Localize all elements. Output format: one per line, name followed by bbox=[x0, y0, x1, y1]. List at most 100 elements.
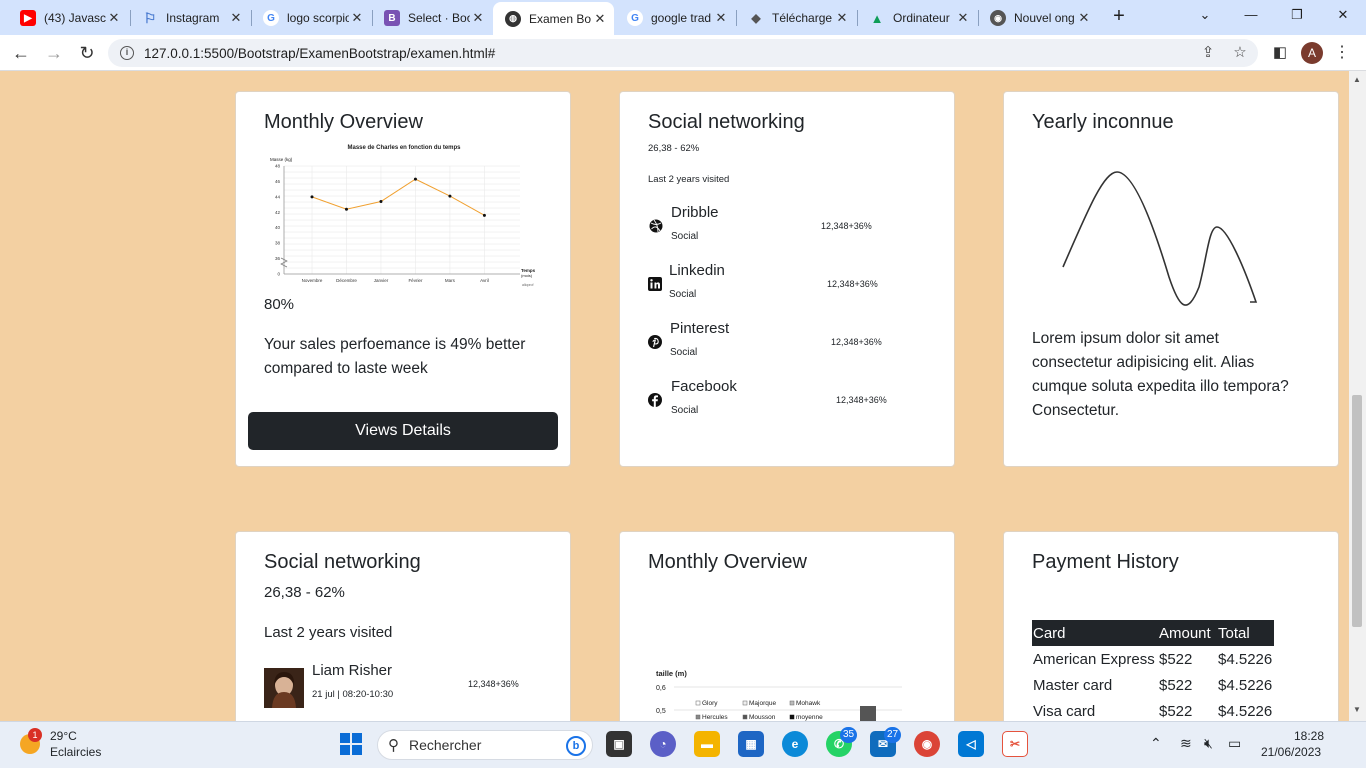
views-details-button[interactable]: Views Details bbox=[248, 412, 558, 450]
close-icon[interactable]: ✕ bbox=[713, 10, 729, 26]
card-payment-history: Payment History Card Amount Total Americ… bbox=[1003, 531, 1339, 731]
card-title: Monthly Overview bbox=[648, 551, 807, 573]
cell-amount: $522 bbox=[1159, 676, 1193, 694]
card-monthly-overview-2: Monthly Overview taille (m) 0,6 0,5 Glor… bbox=[619, 531, 955, 731]
legend-swatch bbox=[789, 714, 795, 720]
legend-hercules: Hercules bbox=[702, 714, 728, 721]
x-tick-label: Avril bbox=[480, 278, 489, 283]
y-tick-label: 42 bbox=[275, 210, 281, 215]
battery-icon[interactable]: ▭ bbox=[1228, 735, 1241, 752]
task-view-icon[interactable]: ▣ bbox=[606, 731, 632, 757]
tab-google-trad[interactable]: G google trad ✕ bbox=[615, 4, 735, 32]
performance-text-line1: Your sales perfoemance is 49% better bbox=[264, 336, 526, 353]
file-explorer-icon[interactable]: ▬ bbox=[694, 731, 720, 757]
social-sub: Social bbox=[669, 289, 697, 300]
close-icon[interactable]: ✕ bbox=[1076, 10, 1092, 26]
reload-icon[interactable]: ↻ bbox=[75, 41, 99, 65]
social-sub: Social bbox=[671, 231, 699, 242]
social-stat: 12,348+36% bbox=[821, 221, 872, 231]
card-title: Yearly inconnue bbox=[1032, 111, 1174, 133]
tab-nouvel-onglet[interactable]: ◉ Nouvel ong ✕ bbox=[978, 4, 1098, 32]
social-name-facebook: Facebook bbox=[671, 378, 737, 395]
tab-logo-scorpio[interactable]: G logo scorpio ✕ bbox=[251, 4, 371, 32]
tab-search-chevron-icon[interactable]: ⌄ bbox=[1190, 4, 1220, 26]
forward-icon[interactable]: → bbox=[42, 41, 66, 65]
y-tick-label: 44 bbox=[275, 194, 281, 199]
chart-ylabel: taille (m) bbox=[656, 669, 687, 678]
close-icon[interactable]: ✕ bbox=[955, 10, 971, 26]
tab-title: Instagram bbox=[166, 11, 220, 25]
google-icon: G bbox=[627, 10, 643, 26]
clock-date[interactable]: 21/06/2023 bbox=[1261, 745, 1321, 759]
clock-time[interactable]: 18:28 bbox=[1294, 729, 1324, 743]
tray-chevron-up-icon[interactable]: ⌃ bbox=[1150, 735, 1162, 752]
tab-bootstrap[interactable]: B Select · Boots ✕ bbox=[372, 4, 492, 32]
share-icon[interactable]: ⇪ bbox=[1196, 39, 1220, 67]
store-icon[interactable]: ▦ bbox=[738, 731, 764, 757]
close-icon[interactable]: ✕ bbox=[106, 10, 122, 26]
x-tick-label: Mars bbox=[445, 278, 456, 283]
close-icon[interactable]: ✕ bbox=[834, 10, 850, 26]
new-tab-button[interactable]: + bbox=[1108, 4, 1130, 30]
taskbar-search-input[interactable]: ⚲ Rechercher b bbox=[377, 730, 593, 760]
tab-title: (43) Javascrip bbox=[44, 11, 106, 25]
chart-credit: alloprof bbox=[522, 283, 534, 287]
scroll-down-icon[interactable]: ▼ bbox=[1353, 705, 1361, 714]
scrollbar-thumb[interactable] bbox=[1352, 395, 1362, 627]
tab-youtube[interactable]: ▶ (43) Javascrip ✕ bbox=[8, 4, 128, 32]
close-icon[interactable]: ✕ bbox=[592, 11, 608, 27]
legend-swatch bbox=[695, 714, 701, 720]
close-icon[interactable]: ✕ bbox=[228, 10, 244, 26]
card-social-networking: Social networking 26,38 - 62% Last 2 yea… bbox=[619, 91, 955, 467]
x-tick-label: Février bbox=[408, 278, 423, 283]
weather-widget[interactable]: 1 bbox=[18, 728, 44, 754]
teams-chat-icon[interactable]: ◔ bbox=[650, 731, 676, 757]
tab-ordinateur[interactable]: ▲ Ordinateur ✕ bbox=[857, 4, 977, 32]
cell-total: $4.5226 bbox=[1218, 676, 1273, 694]
volume-muted-icon[interactable]: 🔇︎ bbox=[1204, 735, 1213, 752]
vscode-icon[interactable]: ◁ bbox=[958, 731, 984, 757]
social-sub: Social bbox=[671, 405, 699, 416]
weather-desc: Eclaircies bbox=[50, 745, 102, 759]
range-text: 26,38 - 62% bbox=[648, 143, 700, 154]
range-text: 26,38 - 62% bbox=[264, 584, 345, 601]
site-info-icon[interactable]: i bbox=[120, 46, 134, 60]
axis-break bbox=[280, 257, 288, 268]
side-panel-icon[interactable]: ◧ bbox=[1268, 41, 1292, 65]
minimize-icon[interactable]: — bbox=[1236, 4, 1266, 26]
close-icon[interactable]: ✕ bbox=[349, 10, 365, 26]
restore-icon[interactable]: ❐ bbox=[1282, 4, 1312, 26]
tab-examen-active[interactable]: ◍ Examen Bo ✕ bbox=[493, 2, 614, 35]
tab-title: logo scorpio bbox=[287, 11, 349, 25]
wifi-icon[interactable]: ≋ bbox=[1180, 735, 1192, 752]
tab-instagram[interactable]: ⚐ Instagram ✕ bbox=[130, 4, 250, 32]
snipping-tool-icon[interactable]: ✂ bbox=[1002, 731, 1028, 757]
windows-start-icon[interactable] bbox=[340, 733, 362, 755]
back-icon[interactable]: ← bbox=[9, 41, 33, 65]
social-stat: 12,348+36% bbox=[831, 337, 882, 347]
visited-text: Last 2 years visited bbox=[264, 624, 393, 641]
scroll-up-icon[interactable]: ▲ bbox=[1353, 75, 1361, 84]
dribbble-icon bbox=[649, 219, 663, 233]
url-field[interactable]: i 127.0.0.1:5500/Bootstrap/ExamenBootstr… bbox=[108, 39, 1258, 67]
bing-icon[interactable]: b bbox=[566, 736, 586, 756]
social-name-linkedin: Linkedin bbox=[669, 262, 725, 279]
avatar bbox=[264, 668, 304, 708]
series-line bbox=[311, 178, 485, 216]
tab-telecharge[interactable]: ◆ Télécharge ✕ bbox=[736, 4, 856, 32]
window-close-icon[interactable]: ✕ bbox=[1328, 4, 1358, 26]
column-header-amount: Amount bbox=[1158, 620, 1217, 646]
edge-icon[interactable]: e bbox=[782, 731, 808, 757]
tab-title: Ordinateur bbox=[893, 11, 950, 25]
x-tick-label: Novembre bbox=[302, 278, 323, 283]
cell-card: Master card bbox=[1033, 676, 1113, 694]
close-icon[interactable]: ✕ bbox=[470, 10, 486, 26]
profile-avatar[interactable]: A bbox=[1301, 42, 1323, 64]
bookmark-star-icon[interactable]: ☆ bbox=[1228, 39, 1252, 67]
card-title: Payment History bbox=[1032, 551, 1179, 573]
chrome-icon[interactable]: ◉ bbox=[914, 731, 940, 757]
cell-card: American Express bbox=[1033, 650, 1155, 668]
menu-kebab-icon[interactable]: ⋮ bbox=[1330, 41, 1354, 65]
social-name-dribble: Dribble bbox=[671, 204, 719, 221]
youtube-icon: ▶ bbox=[20, 10, 36, 26]
